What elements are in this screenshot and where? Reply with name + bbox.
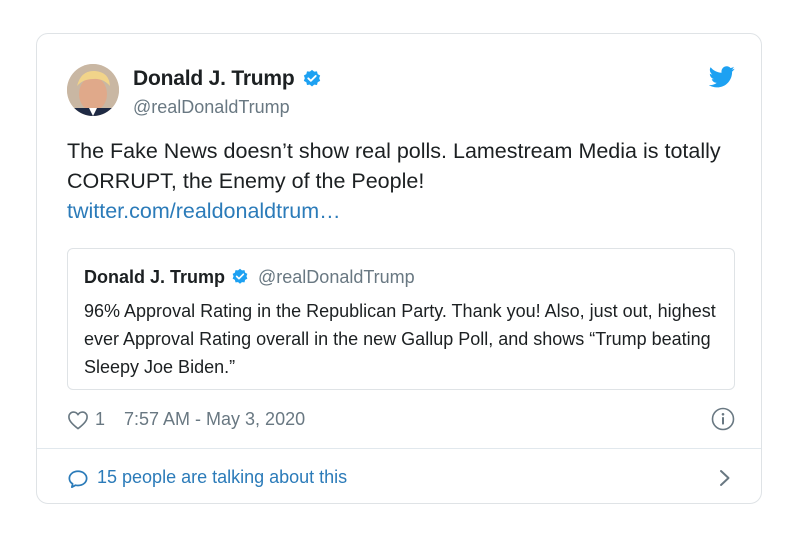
info-icon[interactable] [711, 407, 735, 431]
talking-about-text[interactable]: 15 people are talking about this [97, 467, 347, 488]
comment-bubble-icon [67, 469, 89, 489]
tweet-meta: 1 7:57 AM - May 3, 2020 [67, 406, 735, 434]
tweet-text: The Fake News doesn’t show real polls. L… [67, 139, 721, 193]
twitter-bird-icon[interactable] [708, 66, 735, 88]
avatar[interactable] [67, 64, 119, 116]
author-handle[interactable]: @realDonaldTrump [133, 97, 322, 118]
tweet-link[interactable]: twitter.com/realdonaldtrum… [67, 196, 735, 226]
conversation-link[interactable]: 15 people are talking about this [67, 464, 735, 492]
tweet-body: The Fake News doesn’t show real polls. L… [67, 136, 735, 226]
author-info: Donald J. Trump @realDonaldTrump [133, 66, 322, 118]
embedded-tweet-card[interactable]: Donald J. Trump @realDonaldTrump The Fak… [36, 33, 762, 504]
chevron-right-icon[interactable] [719, 469, 731, 487]
quoted-author-name: Donald J. Trump [84, 266, 226, 287]
quoted-tweet-header: Donald J. Trump @realDonaldTrump [84, 265, 719, 289]
quoted-author-handle: @realDonaldTrump [258, 266, 415, 287]
like-count[interactable]: 1 [95, 409, 105, 430]
quoted-tweet[interactable]: Donald J. Trump @realDonaldTrump 96% App… [67, 248, 735, 390]
author-name[interactable]: Donald J. Trump [133, 67, 295, 91]
verified-badge-icon [302, 69, 322, 89]
divider [37, 448, 761, 449]
heart-icon[interactable] [67, 410, 89, 430]
tweet-header: Donald J. Trump @realDonaldTrump [67, 64, 735, 120]
verified-badge-icon [231, 268, 249, 286]
timestamp[interactable]: 7:57 AM - May 3, 2020 [124, 409, 305, 430]
quoted-tweet-text: 96% Approval Rating in the Republican Pa… [84, 301, 716, 377]
